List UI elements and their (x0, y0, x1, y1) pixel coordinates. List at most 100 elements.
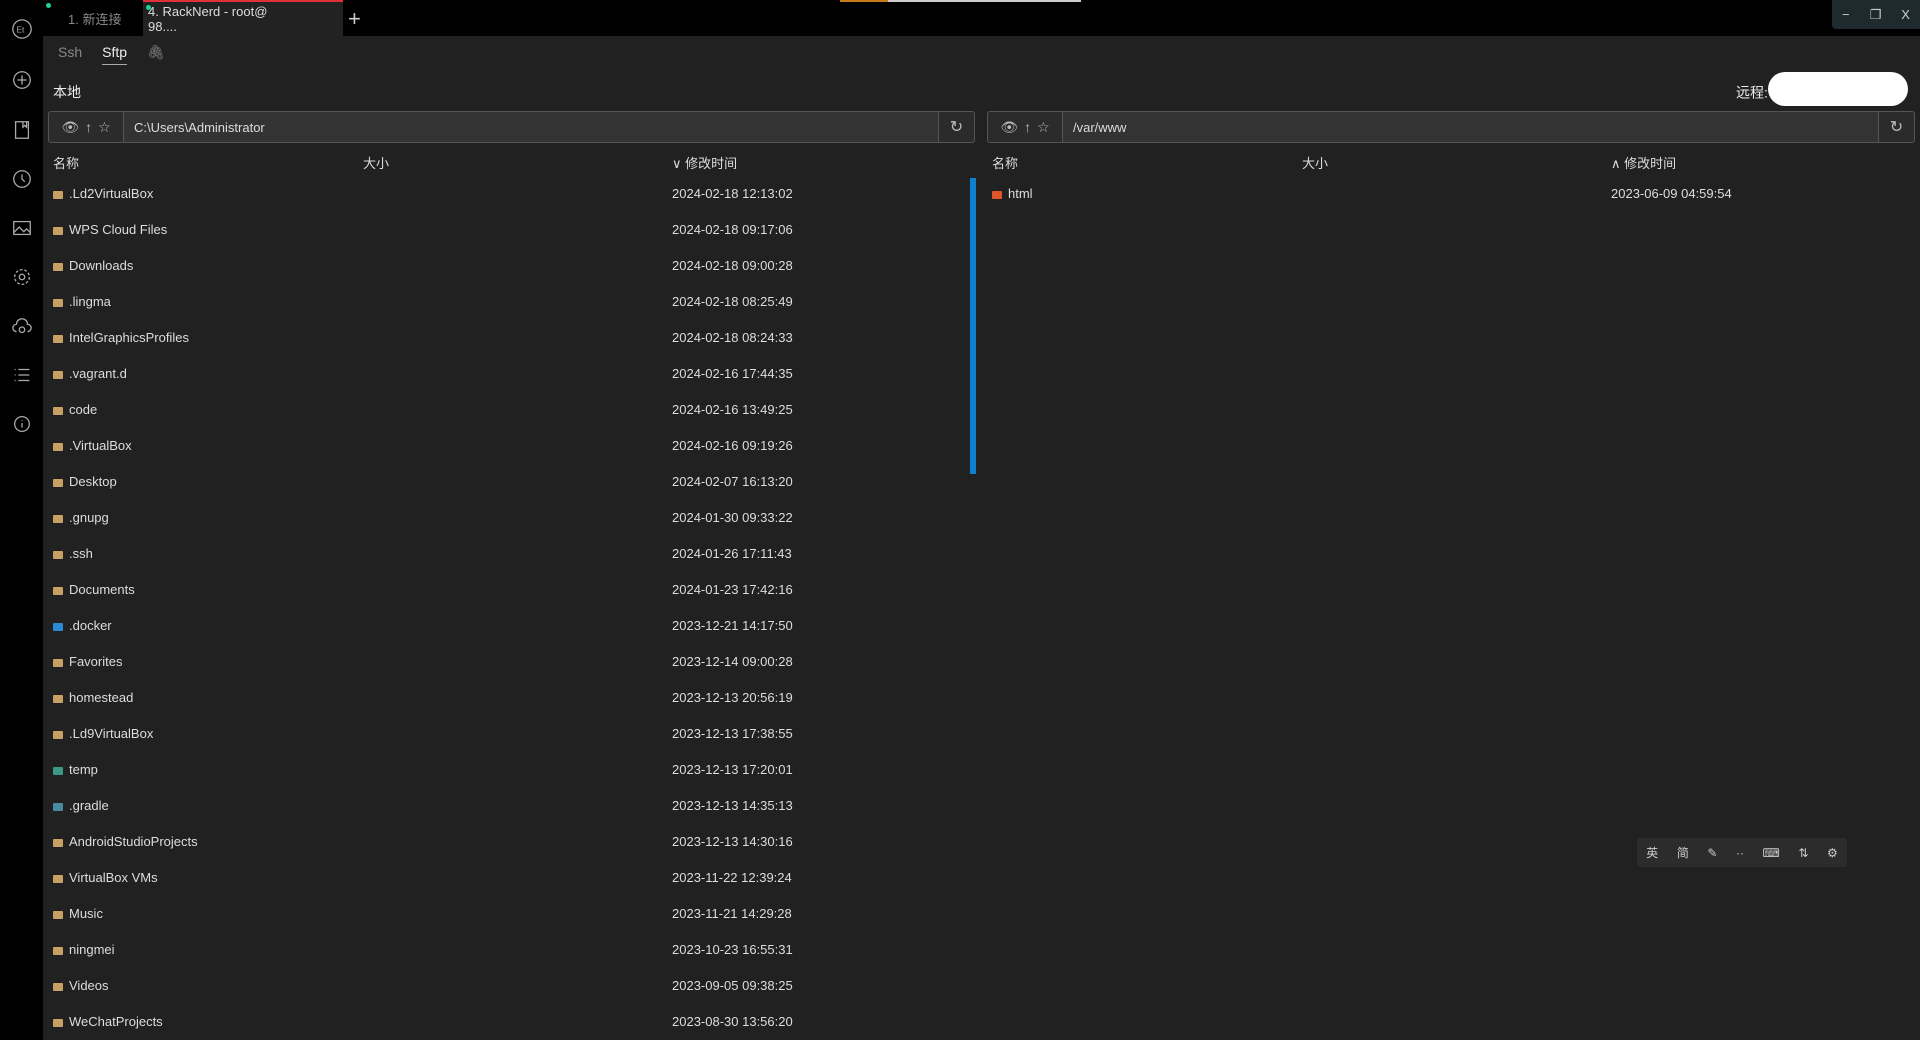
local-path-input[interactable]: C:\Users\Administrator (124, 112, 938, 142)
file-mtime: 2024-02-18 08:24:33 (672, 330, 793, 345)
add-connection-icon[interactable] (9, 67, 35, 93)
eye-icon[interactable]: 👁 (1000, 119, 1018, 136)
file-row[interactable]: VirtualBox VMs (53, 859, 158, 895)
file-row[interactable]: Desktop (53, 463, 117, 499)
refresh-icon[interactable]: ↻ (938, 112, 974, 142)
refresh-icon[interactable]: ↻ (1878, 112, 1914, 142)
close-button[interactable]: X (1901, 7, 1910, 22)
file-name: .lingma (69, 293, 111, 309)
file-row[interactable]: code (53, 391, 97, 427)
file-row[interactable]: .vagrant.d (53, 355, 127, 391)
star-icon[interactable]: ☆ (98, 119, 111, 136)
tab-new-connection[interactable]: 1. 新连接 (43, 0, 143, 36)
ime-button[interactable]: ⌨ (1762, 846, 1779, 860)
file-mtime: 2024-02-18 12:13:02 (672, 186, 793, 201)
file-name: html (1008, 185, 1033, 201)
file-mtime: 2023-11-22 12:39:24 (672, 870, 792, 885)
image-icon[interactable] (9, 215, 35, 241)
file-row[interactable]: .docker (53, 607, 112, 643)
file-row[interactable]: .Ld9VirtualBox (53, 715, 153, 751)
up-icon[interactable]: ↑ (1024, 119, 1031, 135)
cloud-sync-icon[interactable] (9, 314, 35, 340)
tab-label: 1. 新连接 (68, 11, 122, 27)
folder-icon (53, 875, 63, 883)
ime-button[interactable]: ⚙ (1827, 846, 1838, 860)
bookmark-icon[interactable] (9, 117, 35, 143)
file-row[interactable]: homestead (53, 679, 133, 715)
folder-icon (53, 659, 63, 667)
folder-icon (53, 551, 63, 559)
folder-icon (53, 1019, 63, 1027)
docker-folder-icon (53, 623, 63, 631)
tab-sftp[interactable]: Sftp (102, 44, 128, 65)
logo-icon[interactable]: Et (9, 16, 35, 42)
star-icon[interactable]: ☆ (1037, 119, 1050, 136)
remote-header-name[interactable]: 名称 (992, 153, 1018, 172)
file-row[interactable]: .ssh (53, 535, 93, 571)
info-icon[interactable] (9, 411, 35, 437)
file-name: .Ld2VirtualBox (69, 185, 154, 201)
attach-icon[interactable]: 🖇 (147, 44, 165, 65)
up-icon[interactable]: ↑ (85, 119, 92, 135)
gear-icon[interactable] (9, 264, 35, 290)
file-mtime: 2024-01-30 09:33:22 (672, 510, 793, 525)
file-row[interactable]: WPS Cloud Files (53, 211, 167, 247)
minimize-button[interactable]: − (1842, 7, 1850, 22)
folder-icon (53, 911, 63, 919)
restore-button[interactable]: ❐ (1870, 7, 1882, 23)
scrollbar[interactable] (970, 178, 976, 474)
file-mtime: 2024-01-26 17:11:43 (672, 546, 792, 561)
ime-button[interactable]: 英 (1646, 844, 1658, 861)
file-mtime: 2024-02-18 09:17:06 (672, 222, 793, 237)
file-row[interactable]: Favorites (53, 643, 122, 679)
history-icon[interactable] (9, 166, 35, 192)
file-row[interactable]: WeChatProjects (53, 1003, 163, 1039)
file-row[interactable]: .Ld2VirtualBox (53, 175, 153, 211)
local-header-size[interactable]: 大小 (363, 153, 389, 172)
file-mtime: 2024-02-18 08:25:49 (672, 294, 793, 309)
file-name: ningmei (69, 941, 115, 957)
file-row[interactable]: AndroidStudioProjects (53, 823, 198, 859)
file-mtime: 2023-12-13 17:20:01 (672, 762, 793, 777)
list-icon[interactable] (9, 362, 35, 388)
redacted-host (1767, 72, 1908, 106)
file-name: .gnupg (69, 509, 109, 525)
file-row[interactable]: .gnupg (53, 499, 109, 535)
ime-button[interactable]: ✎ (1707, 846, 1717, 860)
remote-header-mtime[interactable]: ∧ 修改时间 (1611, 153, 1676, 172)
tab-racknerd[interactable]: 4. RackNerd - root@ 98.... (143, 0, 343, 36)
file-name: WPS Cloud Files (69, 221, 168, 237)
file-row[interactable]: Music (53, 895, 103, 931)
local-header-mtime[interactable]: ∨ 修改时间 (672, 153, 737, 172)
add-tab-button[interactable]: + (348, 6, 361, 32)
ime-toolbar: 英 简 ✎ ·· ⌨ ⇅ ⚙ (1637, 838, 1847, 867)
remote-path-input[interactable]: /var/www (1063, 112, 1878, 142)
status-dot (146, 5, 151, 10)
remote-header-size[interactable]: 大小 (1302, 153, 1328, 172)
folder-icon (53, 983, 63, 991)
ime-button[interactable]: ⇅ (1798, 846, 1808, 860)
folder-icon (53, 479, 63, 487)
file-mtime: 2023-08-30 13:56:20 (672, 1014, 793, 1029)
file-row[interactable]: Documents (53, 571, 135, 607)
file-row[interactable]: temp (53, 751, 98, 787)
file-row[interactable]: ningmei (53, 931, 115, 967)
file-row[interactable]: Videos (53, 967, 109, 1003)
local-header-name[interactable]: 名称 (53, 153, 79, 172)
file-row[interactable]: html (992, 175, 1033, 211)
file-row[interactable]: Downloads (53, 247, 133, 283)
file-row[interactable]: .lingma (53, 283, 111, 319)
tab-ssh[interactable]: Ssh (58, 44, 82, 65)
ime-button[interactable]: 简 (1677, 844, 1689, 861)
eye-icon[interactable]: 👁 (61, 119, 79, 136)
file-mtime: 2024-02-16 13:49:25 (672, 402, 793, 417)
local-title: 本地 (53, 84, 81, 100)
file-name: code (69, 401, 98, 417)
file-row[interactable]: .gradle (53, 787, 109, 823)
folder-icon (53, 371, 63, 379)
file-mtime: 2023-11-21 14:29:28 (672, 906, 792, 921)
file-row[interactable]: .VirtualBox (53, 427, 132, 463)
ime-button[interactable]: ·· (1736, 846, 1744, 860)
folder-icon (53, 839, 63, 847)
file-row[interactable]: IntelGraphicsProfiles (53, 319, 189, 355)
